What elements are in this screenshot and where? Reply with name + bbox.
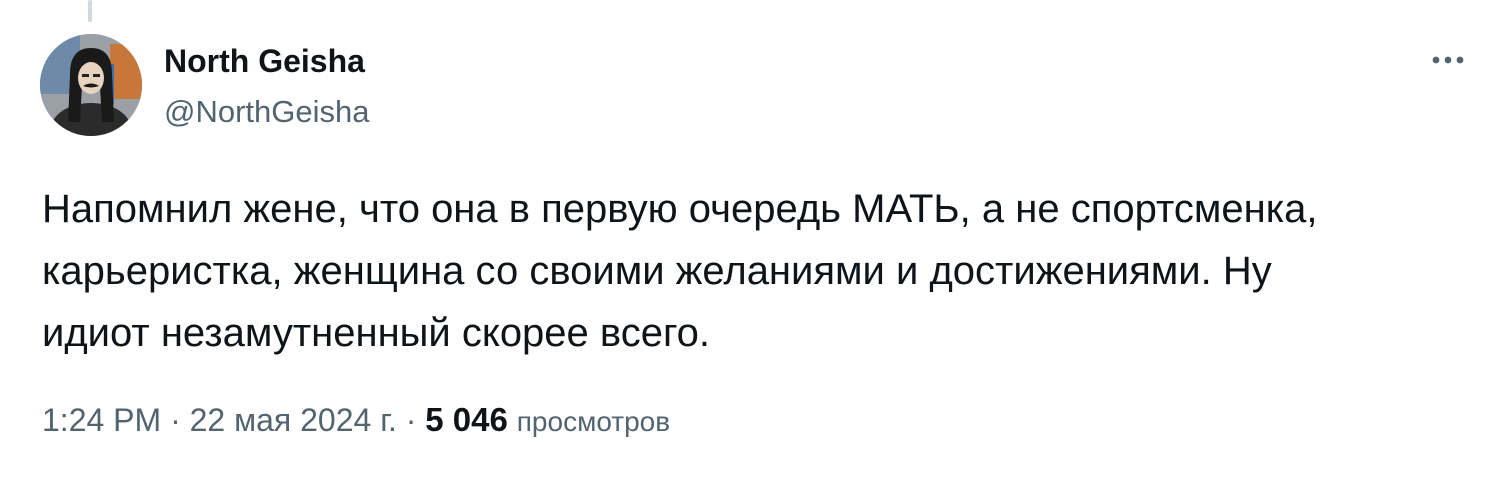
more-options-icon [1432, 56, 1464, 64]
tweet-time-link[interactable]: 1:24 PM · 22 мая 2024 г. [42, 402, 397, 438]
avatar-image-icon [40, 34, 142, 136]
views-link[interactable]: 5 046 просмотров [425, 401, 671, 438]
tweet-text-line: карьеристка, женщина со своими желаниями… [42, 249, 1272, 293]
tweet-text-line: идиот незамутненный скорее всего. [42, 311, 711, 355]
meta-separator: · [170, 402, 181, 438]
more-options-button[interactable] [1426, 42, 1470, 78]
tweet-text: Напомнил жене, что она в первую очередь … [42, 178, 1462, 364]
author-avatar[interactable] [40, 34, 142, 136]
tweet-time: 1:24 PM [42, 402, 162, 438]
tweet-text-line: Напомнил жене, что она в первую очередь … [42, 187, 1318, 231]
tweet-date: 22 мая 2024 г. [189, 402, 397, 438]
views-count: 5 046 [425, 401, 508, 438]
views-label: просмотров [516, 406, 671, 437]
author-display-name[interactable]: North Geisha [164, 42, 365, 80]
tweet-metadata: 1:24 PM · 22 мая 2024 г. · 5 046 просмот… [42, 398, 670, 444]
author-handle[interactable]: @NorthGeisha [164, 93, 370, 131]
meta-separator: · [405, 402, 417, 438]
thread-connector-line [88, 0, 92, 22]
